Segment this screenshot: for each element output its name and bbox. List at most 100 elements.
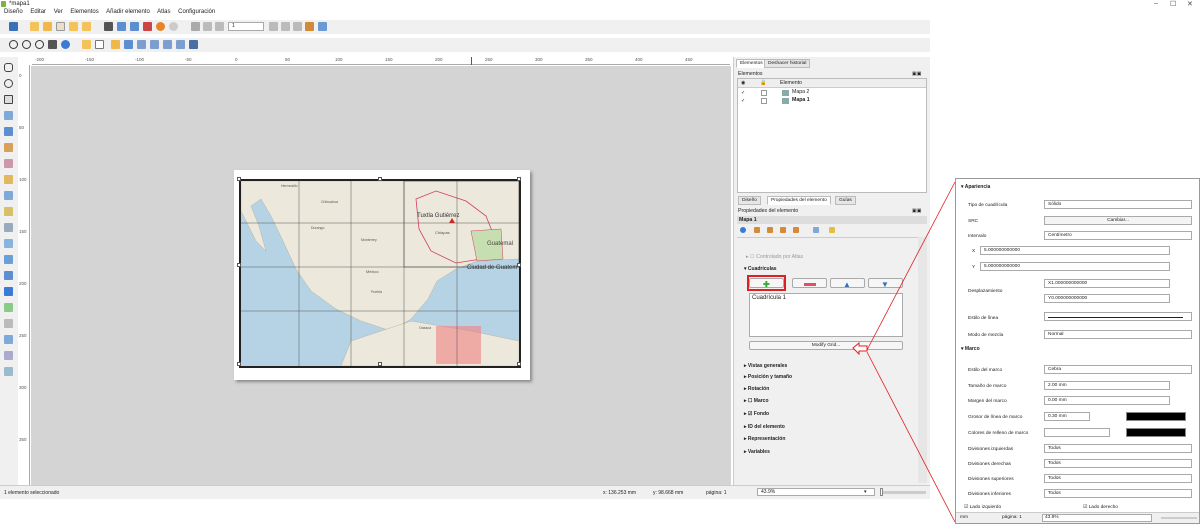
lock-checkbox[interactable]: [761, 90, 767, 96]
resize-handle[interactable]: [237, 362, 241, 366]
atlas-next-icon[interactable]: [269, 22, 278, 31]
chevron-down-icon[interactable]: ▾: [864, 489, 867, 495]
resize-handle[interactable]: [517, 177, 521, 181]
raise-icon[interactable]: [137, 40, 146, 49]
resize-handle[interactable]: [517, 263, 521, 267]
menu-elementos[interactable]: Elementos: [70, 9, 98, 15]
lock-checkbox[interactable]: [761, 98, 767, 104]
offset-y-field[interactable]: Y0.000000000000: [1044, 294, 1170, 303]
interval-x-field[interactable]: 5.000000000000: [980, 246, 1170, 255]
resize-handle[interactable]: [378, 362, 382, 366]
ungroup-icon[interactable]: [124, 40, 133, 49]
atlas-export-icon[interactable]: [305, 22, 314, 31]
zoom-slider-handle[interactable]: [880, 488, 883, 496]
menu-diseno[interactable]: Diseño: [4, 9, 23, 15]
add-map-icon[interactable]: [4, 143, 13, 152]
map-item[interactable]: Tuxtla Gutiérrez Chiapas Guatemal Ciudad…: [239, 179, 521, 368]
zoom-100-icon[interactable]: [35, 40, 44, 49]
item-row-mapa-1[interactable]: Mapa 1: [792, 97, 810, 103]
zoom-slider[interactable]: [880, 491, 926, 494]
background-section[interactable]: ▸ ☑ Fondo: [744, 411, 769, 417]
atlas-page-field[interactable]: 1: [228, 22, 264, 31]
edit-nodes-icon[interactable]: [4, 127, 13, 136]
undo-icon[interactable]: [156, 22, 165, 31]
zoom-out-icon[interactable]: [22, 40, 31, 49]
close-button[interactable]: ✕: [1187, 0, 1193, 8]
frame-fill-color2[interactable]: [1126, 428, 1186, 437]
refresh-icon[interactable]: [61, 40, 70, 49]
bottom-divisions-select[interactable]: Todos: [1044, 489, 1192, 498]
top-divisions-select[interactable]: Todos: [1044, 474, 1192, 483]
zoom-tool-icon[interactable]: [4, 79, 13, 88]
item-id-section[interactable]: ▸ ID del elemento: [744, 424, 785, 430]
select-tool-icon[interactable]: [4, 95, 13, 104]
left-divisions-select[interactable]: Todos: [1044, 444, 1192, 453]
interval-y-field[interactable]: 5.000000000000: [980, 262, 1170, 271]
menu-editar[interactable]: Editar: [30, 9, 46, 15]
add-marker-icon[interactable]: [4, 303, 13, 312]
align-left-icon[interactable]: [150, 40, 159, 49]
atlas-print-icon[interactable]: [293, 22, 302, 31]
save-icon[interactable]: [9, 22, 18, 31]
visibility-checkbox[interactable]: ✓: [741, 98, 745, 104]
export-svg-icon[interactable]: [130, 22, 139, 31]
export-pdf-icon[interactable]: [143, 22, 152, 31]
interval-select[interactable]: Centímetro: [1044, 231, 1192, 240]
add-text-icon[interactable]: [4, 287, 13, 296]
add-table-icon[interactable]: [4, 351, 13, 360]
zoom-combo[interactable]: 43.9%: [757, 488, 875, 496]
frame-line-color-button[interactable]: [1126, 412, 1186, 421]
grid-list-item[interactable]: Cuadrícula 1: [752, 295, 786, 301]
move-content-icon[interactable]: [4, 111, 13, 120]
position-size-section[interactable]: ▸ Posición y tamaño: [744, 374, 792, 380]
resize-icon[interactable]: [176, 40, 185, 49]
set-scale-icon[interactable]: [780, 227, 786, 233]
grid-type-select[interactable]: Sólido: [1044, 200, 1192, 209]
grids-section-toggle[interactable]: ▾ Cuadrículas: [744, 266, 777, 272]
add-label-icon[interactable]: [4, 191, 13, 200]
zoom-slider[interactable]: [1161, 517, 1197, 519]
redo-icon[interactable]: [169, 22, 178, 31]
refresh-map-icon[interactable]: [740, 227, 746, 233]
group-icon[interactable]: [111, 40, 120, 49]
add-node-icon[interactable]: [4, 319, 13, 328]
line-style-button[interactable]: [1044, 312, 1192, 321]
pan-icon[interactable]: [4, 63, 13, 72]
visibility-checkbox[interactable]: ✓: [741, 90, 745, 96]
print-icon[interactable]: [104, 22, 113, 31]
add-legend-icon[interactable]: [4, 207, 13, 216]
frame-margin-field[interactable]: 0.00 mm: [1044, 396, 1170, 405]
view-extent-icon[interactable]: [767, 227, 773, 233]
label-settings-icon[interactable]: [829, 227, 835, 233]
left-side-checkbox[interactable]: ☑ Lado izquierdo: [964, 505, 1001, 510]
layout-manager-icon[interactable]: [56, 22, 65, 31]
maximize-button[interactable]: ☐: [1170, 0, 1176, 8]
offset-x-field[interactable]: X1.000000000000: [1044, 279, 1170, 288]
add-north-arrow-icon[interactable]: [4, 239, 13, 248]
resize-handle[interactable]: [237, 263, 241, 267]
tab-elementos[interactable]: Elementos: [736, 59, 767, 68]
atlas-previous-icon[interactable]: [215, 22, 224, 31]
add-arrow-icon[interactable]: [4, 271, 13, 280]
resize-handle[interactable]: [378, 177, 382, 181]
frame-section[interactable]: ▾ Marco: [961, 346, 980, 352]
menu-configuracion[interactable]: Configuración: [178, 9, 215, 15]
frame-style-select[interactable]: Cebra: [1044, 365, 1192, 374]
remove-grid-button[interactable]: [792, 278, 827, 288]
open-template-icon[interactable]: [69, 22, 78, 31]
appearance-section[interactable]: ▾ Apariencia: [961, 184, 990, 190]
add-shape-icon[interactable]: [4, 255, 13, 264]
add-polyline-icon[interactable]: [4, 335, 13, 344]
overviews-section[interactable]: ▸ Vistas generales: [744, 363, 787, 369]
atlas-last-icon[interactable]: [281, 22, 290, 31]
blend-mode-select[interactable]: Normal: [1044, 330, 1192, 339]
atlas-preview-icon[interactable]: [191, 22, 200, 31]
frame-size-field[interactable]: 2.00 mm: [1044, 381, 1170, 390]
atlas-first-icon[interactable]: [203, 22, 212, 31]
add-grid-button[interactable]: ✚: [749, 278, 784, 289]
item-row-mapa-2[interactable]: Mapa 2: [792, 89, 809, 95]
minimize-button[interactable]: –: [1154, 0, 1158, 7]
save-template-icon[interactable]: [82, 22, 91, 31]
menu-atlas[interactable]: Atlas: [157, 9, 170, 15]
view-scale-icon[interactable]: [793, 227, 799, 233]
